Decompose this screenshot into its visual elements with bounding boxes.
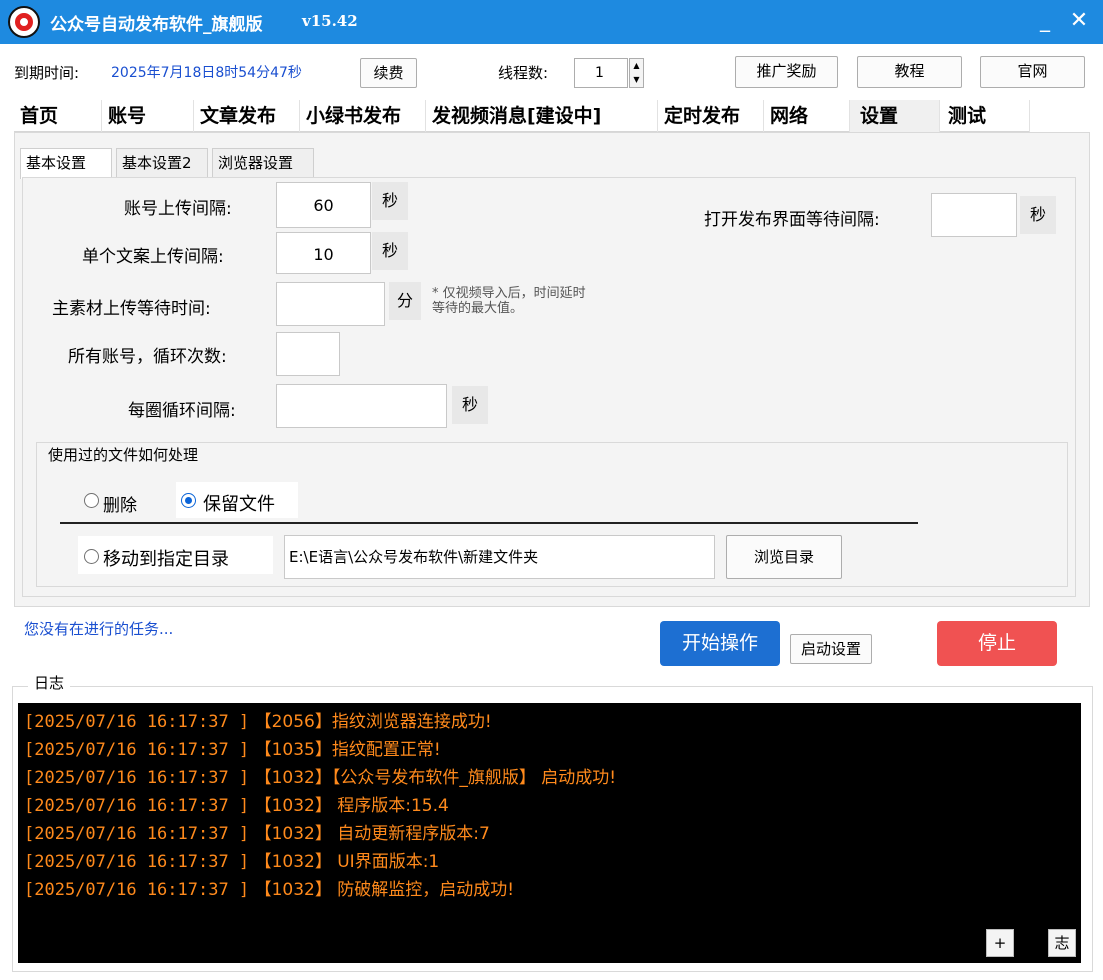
startup-settings-button[interactable]: 启动设置 — [790, 634, 872, 664]
loop-interval-input[interactable] — [276, 384, 447, 428]
main-material-note-line2: 等待的最大值。 — [432, 301, 524, 316]
app-logo-icon — [8, 6, 40, 38]
log-line: [2025/07/16 16:17:37 ] 【1035】指纹配置正常! — [24, 735, 441, 760]
loop-interval-unit: 秒 — [452, 386, 488, 424]
main-material-wait-label: 主素材上传等待时间: — [52, 299, 211, 319]
app-version: v15.42 — [302, 12, 358, 30]
website-button[interactable]: 官网 — [980, 56, 1085, 88]
log-time: [2025/07/16 16:17:37 ] — [24, 740, 250, 760]
stepper-up-icon[interactable]: ▲ — [630, 59, 643, 73]
open-publish-wait-unit: 秒 — [1020, 196, 1056, 234]
move-to-dir-label[interactable]: 移动到指定目录 — [103, 545, 229, 571]
log-time: [2025/07/16 16:17:37 ] — [24, 796, 250, 816]
move-to-dir-radio[interactable] — [84, 549, 99, 564]
window-title: 公众号自动发布软件_旗舰版 — [50, 15, 263, 35]
target-dir-input[interactable]: E:\E语言\公众号发布软件\新建文件夹 — [284, 535, 715, 579]
tab-home[interactable]: 首页 — [14, 100, 102, 132]
threads-input[interactable]: 1 — [574, 58, 628, 88]
log-title: 日志 — [28, 672, 71, 693]
keep-file-radio-label[interactable]: 保留文件 — [203, 490, 275, 516]
tab-test[interactable]: 测试 — [940, 100, 1030, 132]
log-message: 【1032】 程序版本:15.4 — [249, 796, 449, 816]
tab-article-publish[interactable]: 文章发布 — [194, 100, 300, 132]
tab-accounts[interactable]: 账号 — [102, 100, 194, 132]
log-message: 【2056】指纹浏览器连接成功! — [249, 712, 492, 732]
stepper-down-icon[interactable]: ▼ — [630, 73, 643, 87]
tab-green-book-publish[interactable]: 小绿书发布 — [300, 100, 426, 132]
log-line: [2025/07/16 16:17:37 ] 【2056】指纹浏览器连接成功! — [24, 707, 492, 732]
title-bar: 公众号自动发布软件_旗舰版 v15.42 _ ✕ — [0, 0, 1103, 44]
single-copy-interval-input[interactable]: 10 — [276, 232, 371, 274]
log-message: 【1032】 防破解监控，启动成功! — [249, 880, 515, 900]
single-copy-interval-unit: 秒 — [372, 232, 408, 270]
log-line: [2025/07/16 16:17:37 ] 【1032】 防破解监控，启动成功… — [24, 875, 514, 900]
main-material-note-line1: * 仅视频导入后，时间延时 — [432, 286, 586, 301]
main-material-wait-unit: 分 — [389, 282, 421, 320]
open-publish-wait-input[interactable] — [931, 193, 1017, 237]
threads-stepper[interactable]: ▲ ▼ — [629, 58, 644, 88]
log-message: 【1032】【公众号发布软件_旗舰版】 启动成功! — [249, 768, 617, 788]
log-time: [2025/07/16 16:17:37 ] — [24, 824, 250, 844]
log-time: [2025/07/16 16:17:37 ] — [24, 852, 250, 872]
log-line: [2025/07/16 16:17:37 ] 【1032】 程序版本:15.4 — [24, 791, 449, 816]
divider — [60, 522, 918, 524]
tab-scheduled-publish[interactable]: 定时发布 — [658, 100, 764, 132]
threads-label: 线程数: — [498, 64, 549, 82]
subtab-browser-settings[interactable]: 浏览器设置 — [212, 148, 314, 178]
log-time: [2025/07/16 16:17:37 ] — [24, 712, 250, 732]
single-copy-interval-label: 单个文案上传间隔: — [82, 247, 224, 267]
expiry-value: 2025年7月18日8时54分47秒 — [111, 65, 302, 81]
log-line: [2025/07/16 16:17:37 ] 【1032】 UI界面版本:1 — [24, 847, 439, 872]
log-time: [2025/07/16 16:17:37 ] — [24, 768, 250, 788]
log-time: [2025/07/16 16:17:37 ] — [24, 880, 250, 900]
delete-radio[interactable] — [84, 493, 99, 508]
account-upload-interval-input[interactable]: 60 — [276, 182, 371, 228]
loop-interval-label: 每圈循环间隔: — [128, 401, 236, 421]
keep-file-radio[interactable] — [181, 493, 196, 508]
renew-button[interactable]: 续费 — [360, 58, 417, 88]
subtab-basic-settings[interactable]: 基本设置 — [20, 148, 112, 179]
log-message: 【1035】指纹配置正常! — [249, 740, 441, 760]
log-area[interactable]: [2025/07/16 16:17:37 ] 【2056】指纹浏览器连接成功! … — [18, 703, 1081, 963]
expiry-label: 到期时间: — [14, 64, 80, 82]
tutorial-button[interactable]: 教程 — [857, 56, 962, 88]
subtab-basic-settings-2[interactable]: 基本设置2 — [116, 148, 208, 178]
log-message: 【1032】 UI界面版本:1 — [249, 852, 440, 872]
main-tabs: 首页 账号 文章发布 小绿书发布 发视频消息[建设中] 定时发布 网络 设置 测… — [14, 100, 1030, 132]
promo-button[interactable]: 推广奖励 — [735, 56, 838, 88]
stop-button[interactable]: 停止 — [937, 621, 1057, 666]
loop-count-input[interactable] — [276, 332, 340, 376]
main-material-note: * 仅视频导入后，时间延时 等待的最大值。 — [432, 286, 586, 316]
minimize-button[interactable]: _ — [1030, 6, 1060, 36]
file-handling-title: 使用过的文件如何处理 — [44, 444, 203, 465]
account-upload-interval-label: 账号上传间隔: — [124, 199, 232, 219]
log-line: [2025/07/16 16:17:37 ] 【1032】【公众号发布软件_旗舰… — [24, 763, 616, 788]
log-line: [2025/07/16 16:17:37 ] 【1032】 自动更新程序版本:7 — [24, 819, 490, 844]
log-expand-button[interactable]: + — [986, 929, 1014, 957]
log-message: 【1032】 自动更新程序版本:7 — [249, 824, 490, 844]
tab-settings[interactable]: 设置 — [850, 100, 940, 132]
tab-video-message[interactable]: 发视频消息[建设中] — [426, 100, 658, 132]
loop-count-label: 所有账号，循环次数: — [68, 347, 227, 367]
start-button[interactable]: 开始操作 — [660, 621, 780, 666]
log-toggle-button[interactable]: 志 — [1048, 929, 1076, 957]
close-button[interactable]: ✕ — [1064, 6, 1094, 36]
open-publish-wait-label: 打开发布界面等待间隔: — [704, 210, 880, 230]
account-upload-interval-unit: 秒 — [372, 182, 408, 220]
delete-radio-label[interactable]: 删除 — [103, 491, 137, 516]
status-text: 您没有在进行的任务... — [24, 620, 174, 638]
main-material-wait-input[interactable] — [276, 282, 385, 326]
tab-network[interactable]: 网络 — [764, 100, 850, 132]
browse-dir-button[interactable]: 浏览目录 — [726, 535, 842, 579]
